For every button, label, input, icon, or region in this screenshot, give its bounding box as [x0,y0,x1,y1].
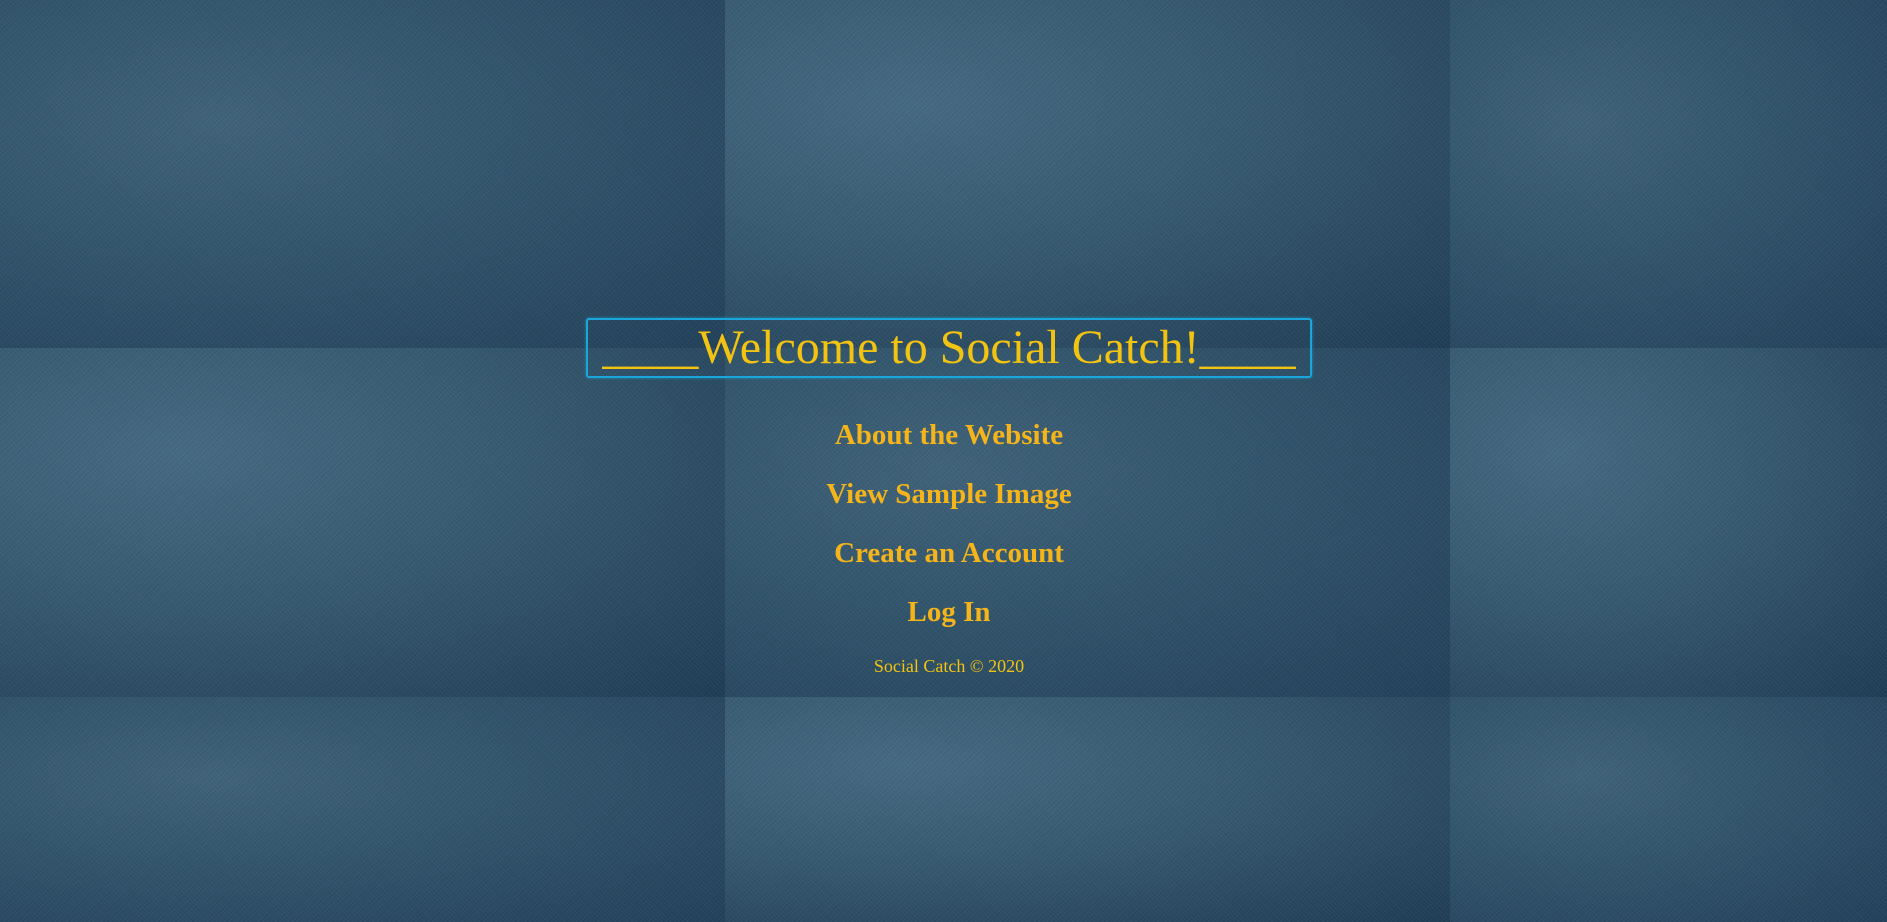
background-tile [1450,697,1887,922]
nav-link-sample-image[interactable]: View Sample Image [769,477,1129,511]
nav-link-create-account[interactable]: Create an Account [769,536,1129,570]
main-nav: About the Website View Sample Image Crea… [0,418,1887,629]
footer-copyright: Social Catch © 2020 [873,656,1025,676]
background-tile [725,697,1450,922]
background-tile [0,697,725,922]
page-title: ____Welcome to Social Catch!____ [602,321,1296,374]
page-title-box: ____Welcome to Social Catch!____ [586,318,1312,378]
nav-link-about[interactable]: About the Website [769,418,1129,452]
background-tile [1450,0,1887,348]
background-tile [0,0,725,348]
nav-link-log-in[interactable]: Log In [769,595,1129,629]
background-tile [725,0,1450,348]
